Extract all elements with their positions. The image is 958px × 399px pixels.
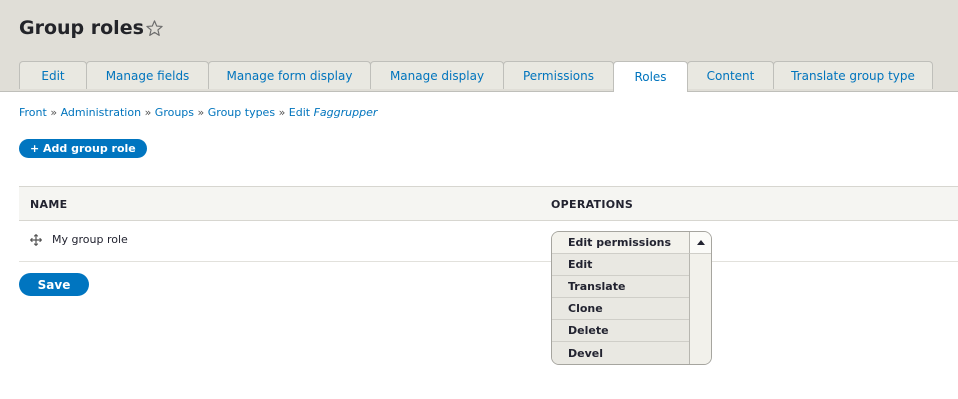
drag-handle-icon[interactable] bbox=[30, 234, 42, 246]
table-row: My group role bbox=[19, 221, 958, 262]
operation-edit[interactable]: Edit bbox=[552, 254, 689, 276]
tab-translate-group-type[interactable]: Translate group type bbox=[773, 61, 933, 89]
operation-devel[interactable]: Devel bbox=[552, 342, 689, 364]
page-header: Group roles Edit Manage fields Manage fo… bbox=[0, 0, 958, 92]
dropbutton-toggle[interactable] bbox=[689, 232, 711, 254]
page-title: Group roles bbox=[19, 17, 144, 39]
add-group-role-button[interactable]: + Add group role bbox=[19, 139, 147, 158]
operation-delete[interactable]: Delete bbox=[552, 320, 689, 342]
operation-clone[interactable]: Clone bbox=[552, 298, 689, 320]
tab-content[interactable]: Content bbox=[687, 61, 774, 89]
role-name: My group role bbox=[52, 233, 128, 246]
breadcrumb-edit-prefix: Edit bbox=[288, 106, 311, 119]
column-header-name: NAME bbox=[30, 198, 68, 211]
tab-manage-display[interactable]: Manage display bbox=[370, 61, 504, 89]
tab-edit[interactable]: Edit bbox=[19, 61, 87, 89]
operations-dropbutton: Edit permissions Edit Translate Clone De… bbox=[551, 231, 712, 365]
breadcrumb-administration[interactable]: Administration bbox=[61, 106, 142, 119]
column-header-operations: OPERATIONS bbox=[551, 198, 634, 211]
breadcrumb-separator: » bbox=[278, 106, 286, 119]
breadcrumb-separator: » bbox=[50, 106, 58, 119]
save-button[interactable]: Save bbox=[19, 273, 89, 296]
breadcrumb-separator: » bbox=[197, 106, 205, 119]
tab-manage-form-display[interactable]: Manage form display bbox=[208, 61, 371, 89]
tab-permissions[interactable]: Permissions bbox=[503, 61, 614, 89]
edit-permissions-link[interactable]: Edit permissions bbox=[552, 232, 689, 254]
breadcrumb-group-type-name: Faggrupper bbox=[313, 106, 378, 119]
breadcrumb: Front » Administration » Groups » Group … bbox=[19, 106, 377, 119]
caret-up-icon bbox=[697, 240, 705, 245]
breadcrumb-front[interactable]: Front bbox=[19, 106, 47, 119]
star-icon[interactable] bbox=[145, 19, 164, 38]
tab-manage-fields[interactable]: Manage fields bbox=[86, 61, 209, 89]
breadcrumb-group-types[interactable]: Group types bbox=[208, 106, 275, 119]
tab-roles[interactable]: Roles bbox=[613, 61, 688, 92]
breadcrumb-edit-link[interactable]: Edit Faggrupper bbox=[289, 106, 378, 119]
operation-translate[interactable]: Translate bbox=[552, 276, 689, 298]
breadcrumb-separator: » bbox=[144, 106, 152, 119]
primary-tabs: Edit Manage fields Manage form display M… bbox=[19, 61, 933, 92]
breadcrumb-groups[interactable]: Groups bbox=[155, 106, 194, 119]
table-header: NAME OPERATIONS bbox=[19, 186, 958, 221]
dropbutton-side-panel bbox=[689, 254, 711, 364]
